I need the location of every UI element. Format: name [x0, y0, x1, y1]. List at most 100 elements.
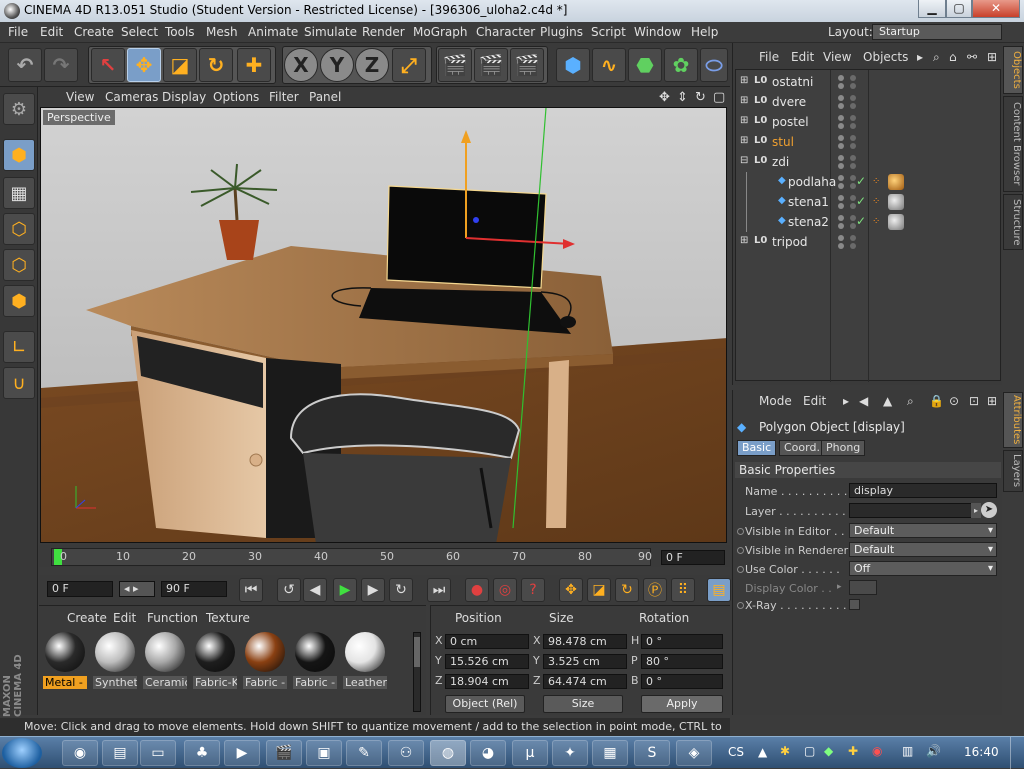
- menu-script[interactable]: Script: [591, 25, 626, 39]
- position-field[interactable]: 0 cm: [445, 634, 529, 649]
- editor-visibility-dot[interactable]: [838, 75, 844, 81]
- visible-renderer-radio[interactable]: [737, 547, 744, 554]
- spline-pen-button[interactable]: ∿: [592, 48, 626, 82]
- enabled-check-icon[interactable]: ✓: [856, 194, 866, 208]
- viewport-toggle-icon[interactable]: ▢: [713, 90, 725, 105]
- more-arrow-icon[interactable]: ▸: [843, 394, 849, 408]
- go-to-end-button[interactable]: ⏭: [427, 578, 451, 602]
- material-tag-icon[interactable]: [888, 174, 904, 190]
- nurbs-button[interactable]: ⬣: [628, 48, 662, 82]
- frame-range-slider[interactable]: ◂ ▸: [119, 581, 155, 597]
- object-row-podlaha[interactable]: ◆ podlaha ✓ ⁘: [736, 172, 1002, 192]
- editor-visibility-dot[interactable]: [838, 235, 844, 241]
- menu-plugins[interactable]: Plugins: [540, 25, 583, 39]
- phong-tag-icon[interactable]: ⁘: [872, 216, 884, 228]
- editor-visibility-dot[interactable]: [838, 195, 844, 201]
- layer-picker-icon[interactable]: ➤: [981, 502, 997, 518]
- previous-frame-button[interactable]: ◀: [303, 578, 327, 602]
- z-axis-button[interactable]: Z: [355, 48, 389, 82]
- taskbar-app5[interactable]: ◕: [470, 740, 506, 766]
- object-row-postel[interactable]: ⊞ L0 postel: [736, 112, 1002, 132]
- close-button[interactable]: ✕: [972, 0, 1020, 18]
- autokey-button[interactable]: ◎: [493, 578, 517, 602]
- editor-visibility-dot[interactable]: [838, 215, 844, 221]
- menu-mograph[interactable]: MoGraph: [413, 25, 468, 39]
- scale-tool-button[interactable]: ◪: [163, 48, 197, 82]
- link-icon[interactable]: ⚯: [967, 50, 977, 64]
- render-visibility-dot-2[interactable]: [850, 83, 856, 89]
- tab-basic[interactable]: Basic: [737, 440, 777, 456]
- new-window-icon[interactable]: ⊞: [987, 50, 997, 64]
- key-scale-button[interactable]: ◪: [587, 578, 611, 602]
- editor-visibility-dot[interactable]: [838, 115, 844, 121]
- object-row-stena1[interactable]: ◆ stena1 ✓ ⁘: [736, 192, 1002, 212]
- menu-simulate[interactable]: Simulate: [304, 25, 357, 39]
- render-visibility-dot[interactable]: [838, 123, 844, 129]
- array-button[interactable]: ✿: [664, 48, 698, 82]
- position-field[interactable]: 15.526 cm: [445, 654, 529, 669]
- tab-structure[interactable]: Structure: [1003, 194, 1023, 250]
- tray-icon[interactable]: ✱: [780, 744, 790, 758]
- taskbar-media[interactable]: ▶: [224, 740, 260, 766]
- object-name[interactable]: tripod: [772, 235, 808, 249]
- menu-edit[interactable]: Edit: [40, 25, 63, 39]
- clock[interactable]: 16:40: [964, 745, 999, 759]
- render-visibility-dot[interactable]: [838, 143, 844, 149]
- rotation-field[interactable]: 0 °: [641, 674, 723, 689]
- more-arrow-icon[interactable]: ▸: [917, 50, 923, 64]
- editor-visibility-dot-2[interactable]: [850, 135, 856, 141]
- tray-icon[interactable]: ▢: [804, 744, 815, 758]
- home-icon[interactable]: ⌂: [949, 50, 957, 64]
- material-tag-icon[interactable]: [888, 194, 904, 210]
- phong-tag-icon[interactable]: ⁘: [872, 196, 884, 208]
- object-row-dvere[interactable]: ⊞ L0 dvere: [736, 92, 1002, 112]
- minimize-button[interactable]: ▁: [918, 0, 946, 18]
- material-swatch[interactable]: Fabric -: [243, 632, 287, 692]
- menu-file[interactable]: File: [8, 25, 28, 39]
- x-axis-button[interactable]: X: [284, 48, 318, 82]
- taskbar-skype[interactable]: S: [634, 740, 670, 766]
- layer-arrow-icon[interactable]: ▸: [971, 503, 981, 518]
- render-visibility-dot-2[interactable]: [850, 143, 856, 149]
- viewport-menu-display[interactable]: Display: [162, 90, 206, 104]
- show-desktop-button[interactable]: [1010, 737, 1022, 769]
- taskbar-app3[interactable]: ✎: [346, 740, 382, 766]
- render-visibility-dot-2[interactable]: [850, 163, 856, 169]
- editor-visibility-dot-2[interactable]: [850, 235, 856, 241]
- object-row-zdi[interactable]: ⊟ L0 zdi: [736, 152, 1002, 172]
- menu-help[interactable]: Help: [691, 25, 718, 39]
- render-visibility-dot[interactable]: [838, 103, 844, 109]
- cube-object-button[interactable]: ⬢: [556, 48, 590, 82]
- material-menu-edit[interactable]: Edit: [113, 611, 136, 625]
- objects-menu-edit[interactable]: Edit: [791, 50, 814, 64]
- objects-menu-file[interactable]: File: [759, 50, 779, 64]
- taskbar-explorer[interactable]: ▭: [140, 740, 176, 766]
- taskbar-video[interactable]: 🎬: [266, 740, 302, 766]
- viewport-rotate-icon[interactable]: ↻: [695, 90, 706, 105]
- play-button[interactable]: ▶: [333, 578, 357, 602]
- undo-button[interactable]: ↶: [8, 48, 42, 82]
- search-icon[interactable]: ⌕: [933, 50, 940, 65]
- editor-visibility-dot-2[interactable]: [850, 95, 856, 101]
- layer-field[interactable]: [849, 503, 973, 518]
- render-visibility-dot[interactable]: [838, 243, 844, 249]
- taskbar-app2[interactable]: ▣: [306, 740, 342, 766]
- pin-icon[interactable]: ⊡: [969, 394, 979, 408]
- material-menu-function[interactable]: Function: [147, 611, 198, 625]
- current-frame-field[interactable]: 0 F: [661, 550, 725, 565]
- size-field[interactable]: 98.478 cm: [543, 634, 627, 649]
- menu-select[interactable]: Select: [121, 25, 158, 39]
- render-picture-viewer-button[interactable]: 🎬: [474, 48, 508, 82]
- menu-create[interactable]: Create: [74, 25, 114, 39]
- material-swatch[interactable]: Fabric-K: [193, 632, 237, 692]
- objects-menu-objects[interactable]: Objects: [863, 50, 908, 64]
- coordinate-system-button[interactable]: ⤢: [392, 48, 426, 82]
- polygons-mode-button[interactable]: ⬢: [3, 285, 35, 317]
- expand-icon[interactable]: ⊞: [740, 135, 754, 149]
- taskbar-app4[interactable]: ⚇: [388, 740, 424, 766]
- material-tag-icon[interactable]: [888, 214, 904, 230]
- viewport-menu-panel[interactable]: Panel: [309, 90, 341, 104]
- name-field[interactable]: display: [849, 483, 997, 498]
- viewport-menu-options[interactable]: Options: [213, 90, 259, 104]
- language-indicator[interactable]: CS: [728, 745, 744, 759]
